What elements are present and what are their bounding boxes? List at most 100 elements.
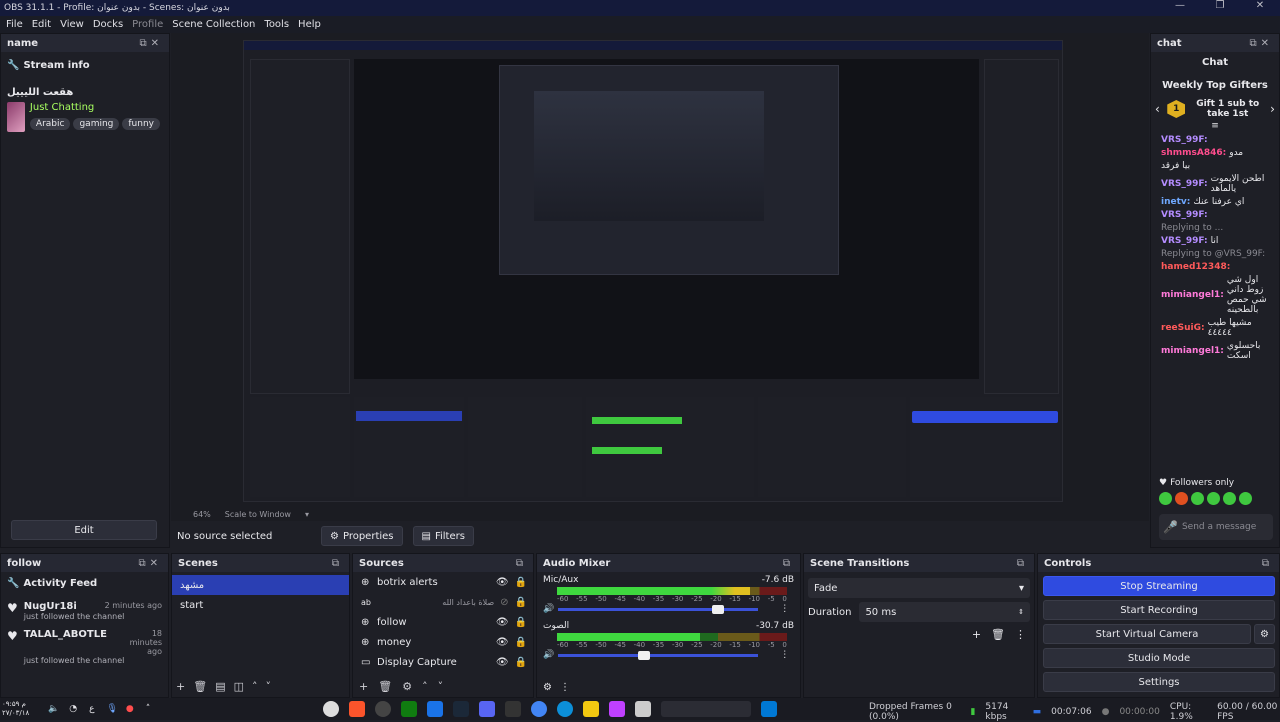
add-icon[interactable]: +	[176, 680, 185, 693]
obs-app-icon[interactable]	[323, 701, 340, 717]
tray-up-icon[interactable]: ˄	[146, 704, 151, 714]
lock-icon: 🔒	[514, 656, 527, 668]
menu-file[interactable]: File	[6, 19, 23, 30]
menu-docks[interactable]: Docks	[93, 19, 123, 30]
gear-icon[interactable]: ⚙	[543, 682, 552, 693]
properties-button[interactable]: ⚙ Properties	[321, 526, 403, 546]
wifi-icon[interactable]: ◔	[69, 704, 77, 714]
chevron-up-icon[interactable]: ˄	[422, 680, 428, 693]
mic-icon[interactable]: 🎙	[106, 704, 117, 714]
source-item[interactable]: ▭ Display Capture 👁 🔒	[353, 652, 533, 672]
chat-message: shmmsA846: مدو	[1161, 148, 1244, 158]
dock-menu-icon[interactable]: ⧉	[516, 558, 527, 569]
duration-input[interactable]: 50 ms ⇕	[859, 602, 1030, 622]
speaker-icon[interactable]: 🔊	[543, 650, 554, 660]
menu-lines-icon[interactable]: ≡	[1151, 121, 1279, 131]
menu-view[interactable]: View	[60, 19, 84, 30]
taskbar-search[interactable]	[661, 701, 752, 717]
scene-item[interactable]: start	[172, 595, 349, 615]
studio-mode-button[interactable]: Studio Mode	[1043, 648, 1275, 668]
text-icon: ab	[361, 597, 371, 607]
chevron-down-icon[interactable]: ▾	[305, 510, 309, 519]
filters-button[interactable]: ▤ Filters	[412, 526, 474, 546]
record-icon[interactable]: ●	[126, 704, 134, 714]
chevron-up-icon[interactable]: ˄	[252, 680, 258, 693]
scale-mode[interactable]: Scale to Window	[225, 510, 291, 519]
controls-dock-title: Controls ⧉	[1038, 554, 1279, 572]
preview-area[interactable]	[171, 33, 1149, 521]
chevron-left-icon[interactable]: ‹	[1155, 102, 1160, 116]
copilot-app-icon[interactable]	[609, 701, 626, 717]
windows-start-icon[interactable]	[761, 701, 778, 717]
chevron-right-icon[interactable]: ›	[1270, 102, 1275, 116]
chevron-down-icon[interactable]: ˅	[266, 680, 272, 693]
chat-dock: chat ⧉✕ Chat Weekly Top Gifters ‹ 1 Gift…	[1150, 33, 1280, 548]
xbox-app-icon[interactable]	[401, 701, 418, 717]
brave-app-icon[interactable]	[349, 701, 366, 717]
globe-icon: ⊕	[361, 616, 370, 628]
volume-slider[interactable]	[558, 604, 759, 614]
add-icon[interactable]: +	[359, 680, 368, 693]
menu-profile[interactable]: Profile	[132, 19, 163, 30]
source-item[interactable]: ab صلاة باعداد الله ⊘ 🔒	[353, 592, 533, 612]
close-icon[interactable]: ✕	[1240, 0, 1280, 11]
edge-app-icon[interactable]	[557, 701, 574, 717]
trash-icon[interactable]: 🗑	[193, 680, 207, 693]
language-indicator[interactable]: ع	[89, 704, 94, 714]
trash-icon[interactable]: 🗑	[378, 680, 392, 693]
speaker-icon[interactable]: 🔊	[543, 604, 554, 614]
dock-menu-icon[interactable]: ⧉	[783, 558, 794, 569]
app-icon[interactable]	[427, 701, 444, 717]
edit-button[interactable]: Edit	[11, 520, 157, 540]
folder-app-icon[interactable]	[583, 701, 600, 717]
source-item[interactable]: ⊕ botrix alerts 👁 🔒	[353, 572, 533, 592]
menu-dots-icon[interactable]: ⋮	[560, 682, 570, 693]
trash-icon[interactable]: 🗑	[991, 628, 1005, 641]
menu-edit[interactable]: Edit	[32, 19, 51, 30]
maximize-icon[interactable]: ❐	[1200, 0, 1240, 11]
cpu-usage: CPU: 1.9%	[1169, 702, 1193, 722]
menu-dots-icon[interactable]: ⋮	[780, 650, 789, 660]
gear-icon[interactable]: ⚙	[402, 680, 412, 693]
menu-scene-collection[interactable]: Scene Collection	[172, 19, 255, 30]
app-icon[interactable]	[635, 701, 652, 717]
source-item[interactable]: ⊕ money 👁 🔒	[353, 632, 533, 652]
add-icon[interactable]: +	[972, 628, 981, 641]
steam-app-icon[interactable]	[453, 701, 470, 717]
speaker-icon[interactable]: 🔈	[48, 704, 59, 714]
volume-slider[interactable]	[558, 650, 759, 660]
menu-tools[interactable]: Tools	[264, 19, 289, 30]
frame-icon[interactable]: ◫	[234, 680, 244, 693]
channel-name: Mic/Aux	[543, 575, 579, 585]
start-virtual-camera-button[interactable]: Start Virtual Camera	[1043, 624, 1251, 644]
transition-select[interactable]: Fade ▾	[808, 578, 1030, 598]
stop-streaming-button[interactable]: Stop Streaming	[1043, 576, 1275, 596]
discord-app-icon[interactable]	[479, 701, 496, 717]
settings-button[interactable]: Settings	[1043, 672, 1275, 692]
dock-menu-icon[interactable]: ⧉	[332, 558, 343, 569]
epic-app-icon[interactable]	[505, 701, 522, 717]
chrome-app-icon[interactable]	[531, 701, 548, 717]
minimize-icon[interactable]: —	[1160, 0, 1200, 11]
gear-icon[interactable]: ⚙	[1254, 624, 1275, 644]
start-recording-button[interactable]: Start Recording	[1043, 600, 1275, 620]
mic-icon[interactable]: 🎤	[1163, 520, 1178, 534]
dock-menu-icon[interactable]: ⧉	[1262, 558, 1273, 569]
chat-reply: Replying to ...	[1161, 223, 1224, 233]
dock-controls-icon[interactable]: ⧉✕	[139, 38, 163, 49]
chat-input[interactable]: 🎤 Send a message	[1159, 514, 1273, 540]
dock-controls-icon[interactable]: ⧉✕	[138, 558, 162, 569]
dock-controls-icon[interactable]: ⧉✕	[1249, 38, 1273, 49]
dock-menu-icon[interactable]: ⧉	[1017, 558, 1028, 569]
menu-help[interactable]: Help	[298, 19, 321, 30]
filter-icon[interactable]: ▤	[215, 680, 225, 693]
source-item[interactable]: ⊕ follow 👁 🔒	[353, 612, 533, 632]
gear-icon[interactable]: ⋮	[780, 604, 789, 614]
menu-dots-icon[interactable]: ⋮	[1015, 628, 1026, 641]
chevron-down-icon[interactable]: ˅	[438, 680, 444, 693]
channel-db: -7.6 dB	[761, 575, 794, 585]
stepper-icon[interactable]: ⇕	[1018, 608, 1024, 616]
scene-item[interactable]: مشهد	[172, 575, 349, 595]
wrench-icon: 🔧	[7, 578, 20, 589]
obs-app-icon-2[interactable]	[375, 701, 392, 717]
